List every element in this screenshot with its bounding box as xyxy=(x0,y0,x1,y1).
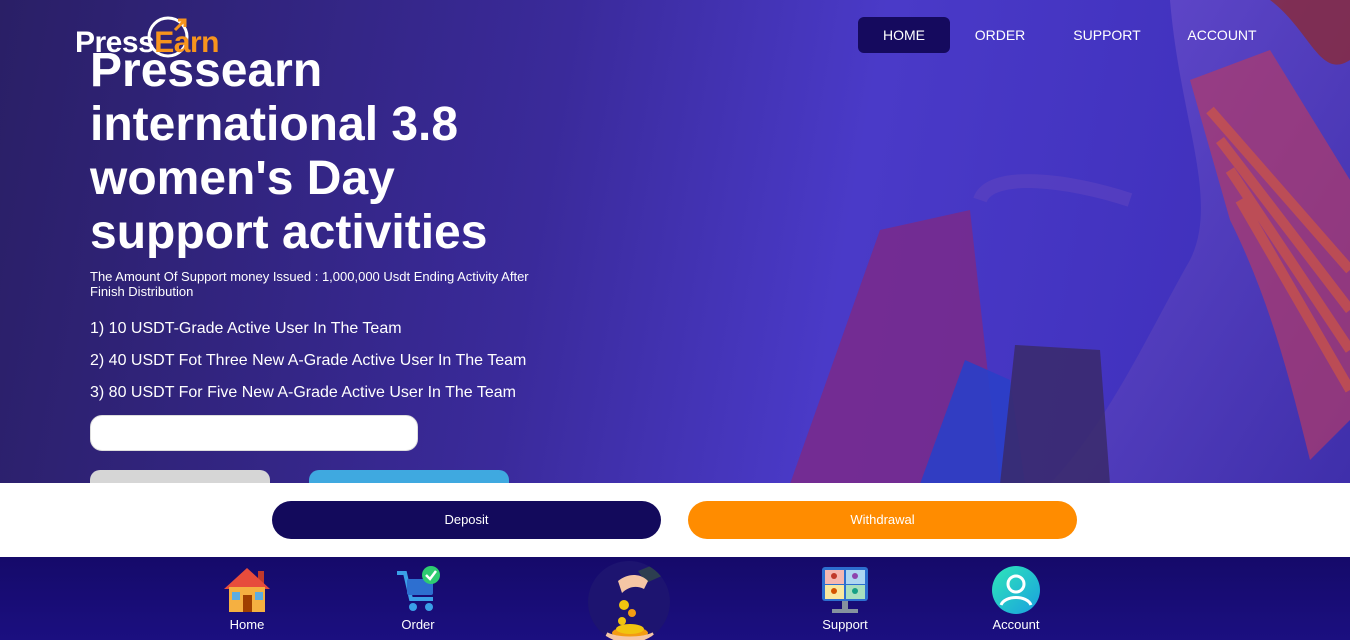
shopping-woman-image xyxy=(790,0,1350,484)
house-icon xyxy=(224,568,270,612)
nav-home[interactable]: HOME xyxy=(858,17,950,53)
nav-account[interactable]: ACCOUNT xyxy=(1164,17,1280,53)
withdrawal-button[interactable]: Withdrawal xyxy=(688,501,1077,539)
hero-withdrawal-button[interactable] xyxy=(309,470,509,484)
bottom-nav-home-label: Home xyxy=(229,617,265,632)
reward-item: 2) 40 USDT Fot Three New A-Grade Active … xyxy=(90,352,527,369)
top-nav: HOME ORDER SUPPORT ACCOUNT xyxy=(858,17,1280,53)
hero-deposit-button[interactable] xyxy=(90,470,270,484)
reward-list: 1) 10 USDT-Grade Active User In The Team… xyxy=(90,319,526,415)
bottom-nav: Home Order Support Account xyxy=(0,557,1350,640)
hero-input-field[interactable] xyxy=(90,415,418,451)
hero-subline: The Amount Of Support money Issued : 1,0… xyxy=(90,269,529,299)
reward-item: 3) 80 USDT For Five New A-Grade Active U… xyxy=(90,384,516,401)
bottom-nav-order[interactable]: Order xyxy=(368,565,468,632)
bottom-nav-home[interactable]: Home xyxy=(197,565,297,632)
hero-banner: PressEarn HOME ORDER SUPPORT ACCOUNT Pre… xyxy=(0,0,1350,484)
bottom-nav-account-label: Account xyxy=(992,617,1040,632)
coins-hand-icon xyxy=(604,563,664,640)
hero-headline: Pressearn international 3.8 women's Day … xyxy=(90,44,488,259)
bottom-nav-support-label: Support xyxy=(822,617,868,632)
reward-item: 1) 10 USDT-Grade Active User In The Team xyxy=(90,320,402,337)
nav-order[interactable]: ORDER xyxy=(950,17,1050,53)
deposit-button[interactable]: Deposit xyxy=(272,501,661,539)
bottom-nav-earn[interactable] xyxy=(588,561,670,640)
bottom-nav-account[interactable]: Account xyxy=(966,565,1066,632)
bottom-nav-order-label: Order xyxy=(401,617,435,632)
cart-icon xyxy=(397,566,440,611)
bottom-nav-support[interactable]: Support xyxy=(795,565,895,632)
action-bar: Deposit Withdrawal xyxy=(0,483,1350,557)
video-meeting-icon xyxy=(822,567,868,613)
nav-support[interactable]: SUPPORT xyxy=(1050,17,1164,53)
user-icon xyxy=(992,566,1040,614)
